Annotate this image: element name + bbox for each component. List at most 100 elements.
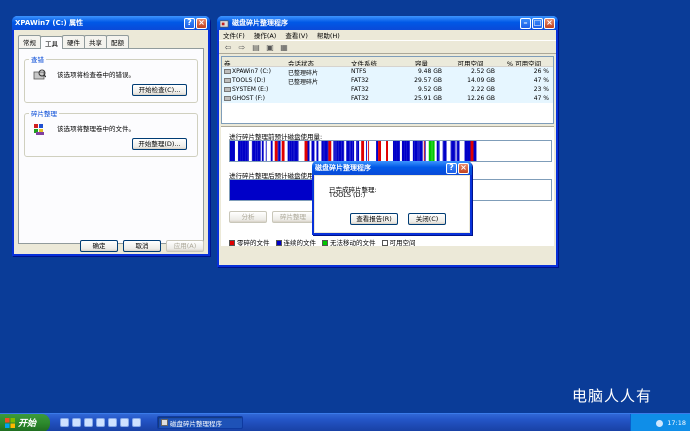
usage-stripe bbox=[287, 141, 290, 161]
ok-button[interactable]: 确定 bbox=[80, 240, 118, 252]
dialog-close-icon[interactable]: × bbox=[458, 162, 469, 174]
usage-stripe bbox=[257, 141, 261, 161]
error-check-group: 查错 该选项将检查卷中的错误。 开始检查(C)... bbox=[24, 54, 198, 103]
table-row[interactable]: TOOLS (D:) 已整理碎片 FAT32 29.57 GB 14.09 GB… bbox=[222, 76, 553, 85]
usage-stripe bbox=[467, 141, 470, 161]
start-button[interactable]: 开始 bbox=[0, 413, 50, 431]
dialog-close-button[interactable]: 关闭(C) bbox=[408, 213, 446, 225]
menu-file[interactable]: 文件(F) bbox=[223, 30, 245, 40]
volume-status: 已整理碎片 bbox=[288, 70, 319, 76]
defrag-button[interactable]: 碎片整理 bbox=[272, 211, 314, 223]
usage-stripe bbox=[242, 141, 246, 161]
usage-stripe bbox=[399, 141, 402, 161]
usage-stripe bbox=[323, 141, 325, 161]
volume-pct: 47 % bbox=[533, 77, 549, 84]
usage-stripe bbox=[255, 141, 258, 161]
col-volume[interactable]: 卷 bbox=[222, 57, 286, 66]
usage-stripe bbox=[473, 141, 477, 161]
usage-stripe bbox=[270, 141, 273, 161]
usage-stripe bbox=[434, 141, 437, 161]
tray-status-icon[interactable] bbox=[656, 419, 664, 427]
before-usage-bar bbox=[229, 140, 552, 162]
properties-titlebar[interactable]: XPAWin7 (C:) 属性 ? × bbox=[12, 16, 210, 30]
usage-stripe bbox=[418, 141, 420, 161]
menu-view[interactable]: 查看(V) bbox=[285, 30, 308, 40]
media-icon[interactable] bbox=[72, 418, 81, 427]
cancel-button[interactable]: 取消 bbox=[123, 240, 161, 252]
table-row[interactable]: GHOST (F:) FAT32 25.91 GB 12.26 GB 47 % bbox=[222, 94, 553, 103]
close-button[interactable]: × bbox=[196, 17, 207, 29]
ie-icon[interactable] bbox=[60, 418, 69, 427]
col-file-system[interactable]: 文件系统 bbox=[349, 57, 399, 66]
table-row[interactable]: XPAWin7 (C:) 已整理碎片 NTFS 9.48 GB 2.52 GB … bbox=[222, 67, 553, 76]
usage-stripe bbox=[449, 141, 451, 161]
list-view-icon[interactable]: ▤ bbox=[251, 43, 261, 52]
dialog-help-button[interactable]: ? bbox=[446, 162, 457, 174]
usage-stripe bbox=[269, 141, 271, 161]
usage-stripe bbox=[252, 141, 256, 161]
properties-icon[interactable]: ▣ bbox=[265, 43, 275, 52]
help-button[interactable]: ? bbox=[184, 17, 195, 29]
usage-stripe bbox=[268, 141, 270, 161]
usage-stripe bbox=[392, 141, 395, 161]
defrag-close-button[interactable]: × bbox=[544, 17, 555, 29]
col-session-status[interactable]: 会话状态 bbox=[286, 57, 349, 66]
desktop-icon[interactable] bbox=[96, 418, 105, 427]
app-icon[interactable] bbox=[132, 418, 141, 427]
tab-sharing[interactable]: 共享 bbox=[84, 35, 107, 48]
analyze-button[interactable]: 分析 bbox=[229, 211, 267, 223]
defrag-titlebar[interactable]: 磁盘碎片整理程序 – □ × bbox=[217, 16, 558, 30]
usage-stripe bbox=[386, 141, 389, 161]
volume-capacity: 9.48 GB bbox=[417, 68, 442, 75]
usage-stripe bbox=[443, 141, 447, 161]
drive-icon bbox=[224, 78, 231, 83]
menu-help[interactable]: 帮助(H) bbox=[317, 30, 340, 40]
mail-icon[interactable] bbox=[108, 418, 117, 427]
dialog-titlebar[interactable]: 磁盘碎片整理程序 ? × bbox=[312, 161, 472, 175]
usage-stripe bbox=[291, 141, 294, 161]
start-defrag-button[interactable]: 开始整理(D)... bbox=[132, 138, 187, 150]
usage-stripe bbox=[425, 141, 427, 161]
back-arrow-icon[interactable]: ⇦ bbox=[223, 43, 233, 52]
explorer-icon[interactable] bbox=[84, 418, 93, 427]
properties-tabs: 常规 工具 硬件 共享 配额 bbox=[18, 35, 208, 49]
usage-stripe bbox=[381, 141, 384, 161]
forward-arrow-icon[interactable]: ⇨ bbox=[237, 43, 247, 52]
usage-stripe bbox=[442, 141, 444, 161]
usage-stripe bbox=[394, 141, 397, 161]
usage-stripe bbox=[297, 141, 299, 161]
tab-tools[interactable]: 工具 bbox=[40, 36, 63, 49]
usage-stripe bbox=[331, 141, 334, 161]
usage-stripe bbox=[324, 141, 328, 161]
help-topic-icon[interactable]: ▦ bbox=[279, 43, 289, 52]
usage-stripe bbox=[367, 141, 369, 161]
defrag-title: 磁盘碎片整理程序 bbox=[232, 19, 288, 27]
tab-general[interactable]: 常规 bbox=[18, 35, 41, 48]
col-free-space[interactable]: 可用空间 bbox=[444, 57, 497, 66]
usage-stripe bbox=[366, 141, 368, 161]
menu-action[interactable]: 操作(A) bbox=[254, 30, 277, 40]
usage-stripe bbox=[349, 141, 351, 161]
taskbar-item-defrag[interactable]: 磁盘碎片整理程序 bbox=[157, 416, 243, 429]
messenger-icon[interactable] bbox=[120, 418, 129, 427]
volume-capacity: 25.91 GB bbox=[414, 95, 442, 102]
usage-stripe bbox=[293, 141, 295, 161]
apply-button[interactable]: 应用(A) bbox=[166, 240, 204, 252]
start-check-button[interactable]: 开始检查(C)... bbox=[132, 84, 187, 96]
usage-stripe bbox=[469, 141, 471, 161]
tab-quota[interactable]: 配额 bbox=[106, 35, 129, 48]
usage-stripe bbox=[357, 141, 360, 161]
quick-launch bbox=[60, 418, 141, 427]
volume-free: 14.09 GB bbox=[467, 77, 495, 84]
col-pct-free[interactable]: % 可用空间 bbox=[497, 57, 551, 66]
tab-hardware[interactable]: 硬件 bbox=[62, 35, 85, 48]
usage-stripe bbox=[356, 141, 358, 161]
col-capacity[interactable]: 容量 bbox=[399, 57, 444, 66]
volume-list: 卷 会话状态 文件系统 容量 可用空间 % 可用空间 XPAWin7 (C:) … bbox=[221, 56, 554, 124]
minimize-button[interactable]: – bbox=[520, 17, 531, 29]
view-report-button[interactable]: 查看报告(R) bbox=[350, 213, 398, 225]
maximize-button[interactable]: □ bbox=[532, 17, 543, 29]
volume-pct: 26 % bbox=[533, 68, 549, 75]
usage-stripe bbox=[406, 141, 410, 161]
table-row[interactable]: SYSTEM (E:) FAT32 9.52 GB 2.22 GB 23 % bbox=[222, 85, 553, 94]
